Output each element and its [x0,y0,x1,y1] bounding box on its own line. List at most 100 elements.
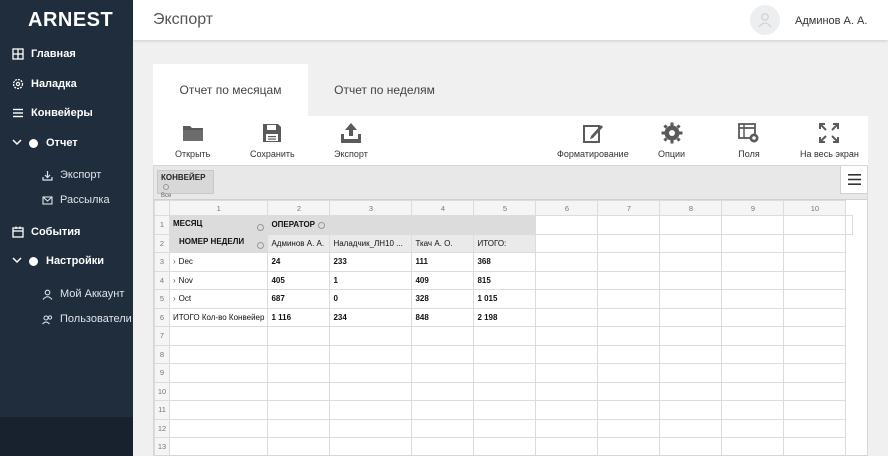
filter-value: Все [161,193,172,199]
table-row: 2 НОМЕР НЕДЕЛИ Админов А. А. Наладчик_ЛН… [154,233,853,253]
sidebar-item-mailing[interactable]: Рассылка [42,194,110,206]
filter-conveyor[interactable]: КОНВЕЙЕР Все [157,170,214,199]
month-label: Oct [178,294,192,304]
sidebar: ARNEST Главная Наладка Конвейеры Отчет Э… [0,0,133,456]
sidebar-item-settings[interactable]: Настройки [12,255,104,267]
sidebar-item-home[interactable]: Главная [12,48,76,60]
grand-total-label: ИТОГО Кол-во Конвейер [168,307,269,327]
table-row: 5 › Oct 687 0 328 1 015 [154,289,853,309]
export-button[interactable]: Экспорт [334,122,368,159]
download-icon [42,170,53,181]
cell-value: 1 [329,270,413,290]
save-button[interactable]: Сохранить [250,122,295,159]
pivot-menu-button[interactable] [840,166,867,194]
col-number: 1 [168,200,269,216]
user-avatar-icon [758,13,772,28]
chevron-down-icon [12,138,22,148]
sidebar-item-label: Отчет [46,137,78,149]
sidebar-item-label: Настройки [46,255,105,267]
open-button[interactable]: Открыть [175,122,210,159]
cell-value: 111 [411,252,475,272]
sidebar-item-label: Конвейеры [31,107,93,119]
row-number: 1 [154,215,170,235]
month-label: Nov [178,275,193,285]
sidebar-item-events[interactable]: События [12,226,80,238]
col-number: 9 [721,200,785,216]
hamburger-icon [847,174,861,185]
col-number: 5 [473,200,537,216]
sidebar-item-label: Мой Аккаунт [60,288,125,300]
avatar[interactable] [750,5,780,35]
row-label-oct[interactable]: › Oct [168,289,269,309]
app-logo: ARNEST [28,9,114,31]
cell-value: 405 [267,270,331,290]
table-row: 9 [154,363,853,383]
tab-by-weeks[interactable]: Отчет по неделям [308,64,461,116]
table-row: 12 [154,418,853,438]
options-label: Опции [658,149,686,159]
fullscreen-button[interactable]: На весь экран [800,122,859,159]
table-row: 11 [154,400,853,420]
table-row: 13 [154,437,853,455]
cell-value: 24 [267,252,331,272]
format-label: Форматирование [557,149,629,159]
chevron-right-icon: › [173,275,176,285]
sidebar-item-label: Наладка [31,78,77,90]
sidebar-item-users[interactable]: Пользователи [42,313,132,325]
month-header[interactable]: МЕСЯЦ [168,215,269,235]
fullscreen-icon [819,123,840,143]
cell-value: 687 [267,289,331,309]
sidebar-item-label: Экспорт [60,169,102,181]
user-name[interactable]: Админов А. А. [795,15,867,27]
tab-by-months[interactable]: Отчет по месяцам [153,64,308,116]
row-label-dec[interactable]: › Dec [168,252,269,272]
row-number: 11 [154,400,170,420]
gear-icon [257,242,265,250]
row-number: 2 [154,233,170,253]
cell-value: 368 [473,252,537,272]
filter-area: КОНВЕЙЕР Все [154,166,867,200]
users-icon [42,314,53,325]
table-row: 7 [154,326,853,346]
column-numbers-row: 1 2 3 4 5 6 7 8 9 10 [154,200,853,216]
row-label-nov[interactable]: › Nov [168,270,269,290]
col-number: 2 [267,200,331,216]
chevron-down-icon [12,256,22,266]
col-number: 6 [535,200,599,216]
corner-cell [154,200,170,216]
sidebar-item-setup[interactable]: Наладка [12,78,77,90]
fields-icon [738,123,759,143]
sidebar-item-conveyors[interactable]: Конвейеры [12,107,93,119]
options-button[interactable]: Опции [658,122,685,159]
gear-icon [163,183,169,190]
user-icon [42,289,53,300]
grid-icon [12,48,24,60]
total-header: ИТОГО: [473,233,537,253]
upload-tray-icon [340,123,361,143]
table-row: 4 › Nov 405 1 409 815 [154,270,853,290]
folder-icon [182,126,203,141]
row-number: 5 [154,289,170,309]
sidebar-item-label: Пользователи [60,313,132,325]
format-button[interactable]: Форматирование [557,122,629,159]
sidebar-item-label: Главная [31,48,76,60]
open-label: Открыть [175,149,211,159]
fields-label: Поля [738,149,760,159]
table-row: 1 МЕСЯЦ ОПЕРАТОР [154,215,854,235]
operator-header[interactable]: ОПЕРАТОР [267,215,537,235]
fields-button[interactable]: Поля [738,122,760,159]
calendar-icon [12,226,24,238]
dot-icon [29,256,38,266]
week-header[interactable]: НОМЕР НЕДЕЛИ [168,233,269,253]
operator-name: Наладчик_ЛН10 ... [329,233,413,253]
dot-icon [29,138,38,148]
sidebar-item-label: Рассылка [60,194,110,206]
sidebar-item-my-account[interactable]: Мой Аккаунт [42,288,124,300]
row-number: 8 [154,344,170,364]
sidebar-item-report[interactable]: Отчет [12,137,78,149]
sidebar-item-export[interactable]: Экспорт [42,169,101,181]
total-value: 1 116 [267,307,331,327]
pivot-table: 1 2 3 4 5 6 7 8 9 10 1 МЕСЯЦ ОПЕРАТОР 2 … [154,200,854,455]
page-title: Экспорт [153,11,214,28]
cell-value: 815 [473,270,537,290]
